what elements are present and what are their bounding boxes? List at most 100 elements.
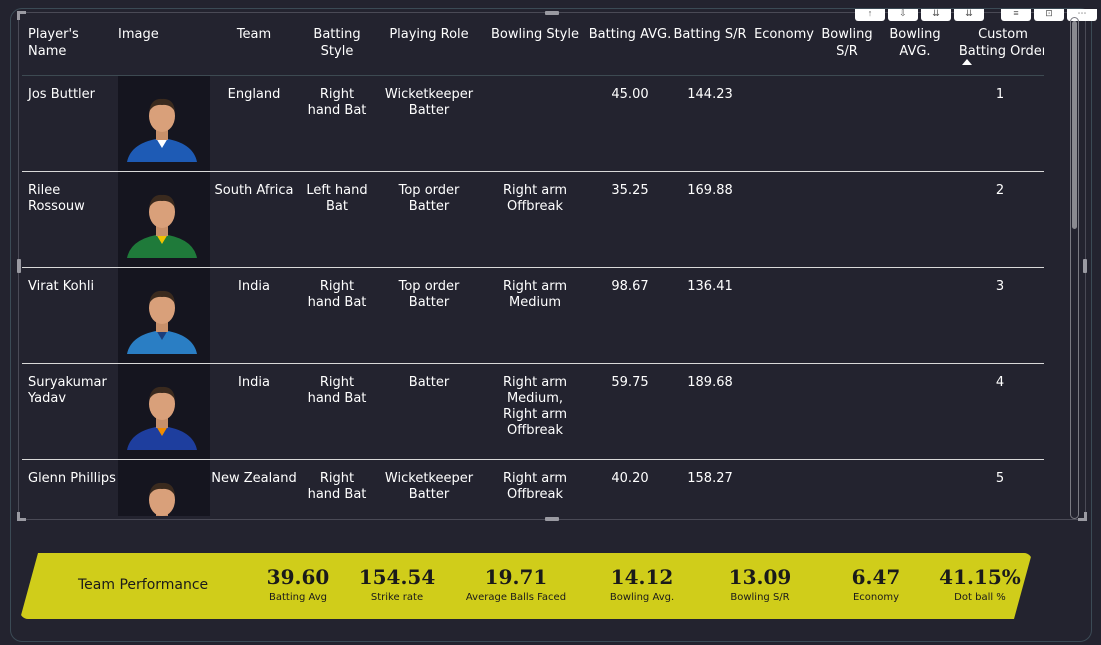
cell-batting-style: Right hand Bat — [298, 76, 376, 171]
player-photo — [123, 378, 201, 450]
cell-playing-role: Wicketkeeper Batter — [376, 460, 482, 516]
cell-team: India — [210, 364, 298, 459]
column-header-batting-style[interactable]: Batting Style — [298, 18, 376, 75]
scrollbar-thumb[interactable] — [1072, 21, 1077, 229]
column-header-bowling-sr[interactable]: Bowling S/R — [820, 18, 874, 75]
player-photo — [123, 90, 201, 162]
cell-text: 45.00 — [611, 87, 649, 102]
cell-bowling-style: Right arm Offbreak — [482, 460, 588, 516]
cell-bowling-sr — [820, 460, 874, 516]
cell-economy — [748, 364, 820, 459]
cell-text: England — [227, 87, 281, 102]
cell-text: Suryakumar Yadav — [28, 375, 107, 406]
kpi-card: 6.47 Economy — [836, 563, 916, 605]
cell-batting-avg: 40.20 — [588, 460, 672, 516]
table-row[interactable]: Suryakumar Yadav India Right hand Bat Batte… — [22, 364, 1044, 460]
player-photo — [123, 474, 201, 516]
cell-text: 35.25 — [611, 183, 649, 198]
cell-player-name: Jos Buttler — [22, 76, 118, 171]
sort-ascending-icon[interactable] — [962, 59, 972, 65]
vertical-scrollbar[interactable] — [1070, 17, 1079, 519]
table-row[interactable]: Virat Kohli India Right hand Bat Top order … — [22, 268, 1044, 364]
cell-team: England — [210, 76, 298, 171]
cell-batting-sr: 136.41 — [672, 268, 748, 363]
cell-player-name: Glenn Phillips — [22, 460, 118, 516]
cell-player-image — [118, 268, 210, 363]
column-header-players-name[interactable]: Player's Name — [22, 18, 118, 75]
cell-batting-style: Right hand Bat — [298, 460, 376, 516]
column-header-batting-sr[interactable]: Batting S/R — [672, 18, 748, 75]
cell-text: 2 — [995, 183, 1005, 198]
cell-text: Right hand Bat — [307, 87, 367, 118]
column-header-custom-batting-order[interactable]: Custom Batting Order — [956, 18, 1044, 75]
cell-economy — [748, 460, 820, 516]
cell-text: Right arm Medium — [502, 279, 568, 310]
cell-text: Wicketkeeper Batter — [384, 471, 474, 502]
resize-handle-bottom[interactable] — [545, 517, 559, 521]
kpi-label: Bowling Avg. — [609, 592, 675, 603]
cell-text: 40.20 — [611, 471, 649, 486]
column-header-economy[interactable]: Economy — [748, 18, 820, 75]
cell-text: South Africa — [214, 183, 294, 198]
cell-bowling-sr — [820, 364, 874, 459]
cell-bowling-avg — [874, 460, 956, 516]
column-header-image[interactable]: Image — [118, 18, 210, 75]
cell-text: 5 — [995, 471, 1005, 486]
column-header-team[interactable]: Team — [210, 18, 298, 75]
cell-batting-sr: 189.68 — [672, 364, 748, 459]
cell-text: Wicketkeeper Batter — [384, 87, 474, 118]
cell-text: 189.68 — [687, 375, 733, 390]
table-row[interactable]: Glenn Phillips New Zealand Right hand Bat W… — [22, 460, 1044, 516]
column-header-playing-role[interactable]: Playing Role — [376, 18, 482, 75]
players-table: Player's Name Image Team Batting Style P… — [22, 18, 1044, 516]
kpi-card: 41.15% Dot ball % — [938, 563, 1022, 605]
cell-batting-sr: 169.88 — [672, 172, 748, 267]
column-header-label: Bowling S/R — [821, 27, 873, 59]
cell-economy — [748, 76, 820, 171]
cell-player-name: Virat Kohli — [22, 268, 118, 363]
cell-player-image — [118, 460, 210, 516]
resize-handle-top[interactable] — [545, 11, 559, 15]
resize-handle-right[interactable] — [1083, 259, 1087, 273]
column-header-label: Batting Style — [313, 27, 361, 59]
column-header-bowling-avg[interactable]: Bowling AVG. — [874, 18, 956, 75]
cell-text: Right arm Offbreak — [502, 471, 568, 502]
kpi-card: 19.71 Average Balls Faced — [458, 563, 574, 605]
resize-handle-left[interactable] — [17, 259, 21, 273]
cell-text: India — [238, 375, 270, 390]
cell-batting-avg: 35.25 — [588, 172, 672, 267]
kpi-label: Average Balls Faced — [465, 592, 567, 603]
kpi-label: Dot ball % — [954, 592, 1006, 603]
column-header-label: Bowling AVG. — [889, 27, 941, 59]
kpi-card: 154.54 Strike rate — [353, 563, 441, 605]
cell-player-name: Rilee Rossouw — [22, 172, 118, 267]
cell-bowling-style — [482, 76, 588, 171]
cell-playing-role: Top order Batter — [376, 268, 482, 363]
table-row[interactable]: Jos Buttler England Right hand Bat Wicketke… — [22, 76, 1044, 172]
cell-text: 158.27 — [687, 471, 733, 486]
cell-custom-batting-order: 4 — [956, 364, 1044, 459]
kpi-value: 6.47 — [851, 565, 901, 589]
cell-bowling-sr — [820, 268, 874, 363]
cell-custom-batting-order: 1 — [956, 76, 1044, 171]
resize-handle-bottom-right[interactable] — [1078, 512, 1087, 521]
cell-text: Virat Kohli — [28, 279, 95, 294]
team-performance-title: Team Performance — [78, 577, 209, 593]
cell-player-image — [118, 76, 210, 171]
cell-text: 4 — [995, 375, 1005, 390]
cell-bowling-style: Right arm Medium, Right arm Offbreak — [482, 364, 588, 459]
player-photo — [123, 282, 201, 354]
cell-custom-batting-order: 3 — [956, 268, 1044, 363]
kpi-value: 13.09 — [728, 565, 792, 589]
cell-text: Jos Buttler — [28, 87, 95, 102]
column-header-bowling-style[interactable]: Bowling Style — [482, 18, 588, 75]
kpi-label: Bowling S/R — [730, 592, 790, 603]
cell-custom-batting-order: 5 — [956, 460, 1044, 516]
cell-text: Right hand Bat — [307, 279, 367, 310]
table-row[interactable]: Rilee Rossouw South Africa Left hand Bat To… — [22, 172, 1044, 268]
cell-batting-sr: 144.23 — [672, 76, 748, 171]
table-body: Jos Buttler England Right hand Bat Wicketke… — [22, 76, 1044, 516]
cell-text: Rilee Rossouw — [28, 183, 85, 214]
cell-batting-style: Right hand Bat — [298, 268, 376, 363]
column-header-batting-avg[interactable]: Batting AVG. — [588, 18, 672, 75]
